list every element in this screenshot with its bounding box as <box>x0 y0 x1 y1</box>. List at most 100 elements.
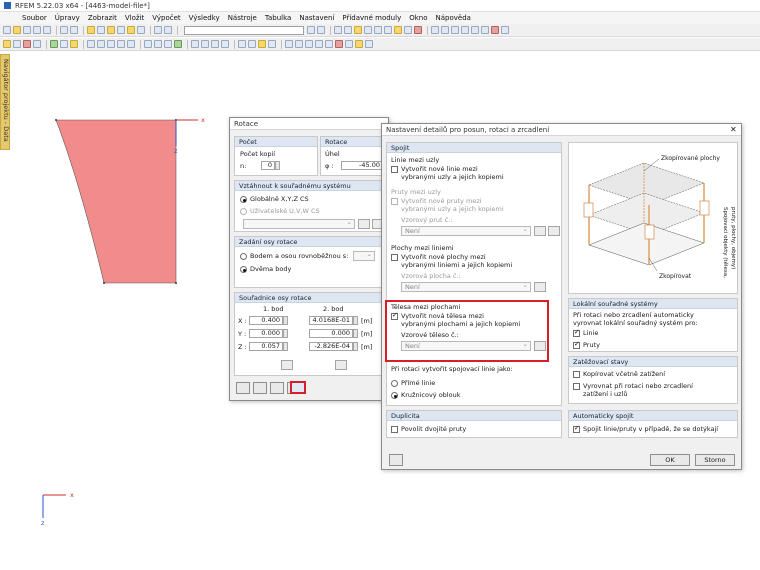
uhel-input[interactable]: -45.00 <box>341 161 383 170</box>
rotace-dialog-title: Rotace <box>230 118 388 130</box>
kruznicovy-oblouk-radio[interactable] <box>391 392 398 399</box>
axis-header: Zadání osy rotace <box>235 237 387 247</box>
point2-header: 2. bod <box>323 305 344 313</box>
linie-checkbox-label: Vytvořit nové linie mezi <box>401 165 478 173</box>
axis-parallel-select[interactable] <box>353 250 375 261</box>
origin-z-label: z <box>41 519 45 527</box>
vzorovy-prut-pick[interactable] <box>534 226 546 236</box>
x-point1-spinner[interactable] <box>283 316 288 325</box>
storno-button[interactable]: Storno <box>695 454 735 466</box>
origin-x-label: x <box>70 491 74 499</box>
axis-parallel-radio[interactable] <box>240 253 247 260</box>
x-label: X : <box>238 317 247 325</box>
x-point2-input[interactable]: 4.0168E-01 <box>309 316 353 325</box>
plochy-checkbox[interactable] <box>391 254 398 261</box>
auto-spojit-checkbox[interactable] <box>573 424 580 433</box>
y-unit: [m] <box>361 330 373 338</box>
user-cs-select[interactable] <box>243 218 355 229</box>
dvojite-pruty-label: Povolit dvojité pruty <box>401 425 467 433</box>
detail-settings-dialog: Nastavení detailů pro posun, rotaci a zr… <box>381 123 742 470</box>
prime-linie-radio[interactable] <box>391 380 398 387</box>
vyrovnat-zatizeni-checkbox[interactable] <box>573 383 580 390</box>
illustration-panel: Zkopírované plochy Spojovací objekty (tě… <box>568 142 738 294</box>
pruty-cs-label: Pruty <box>583 341 600 349</box>
linie-checkbox-label2: vybranými uzly a jejich kopiemi <box>401 173 504 181</box>
spojit-group: Spojit Linie mezi uzly Vytvořit nové lin… <box>386 142 562 406</box>
pruty-checkbox-label2: vybranými uzly a jejich kopiemi <box>401 205 504 213</box>
x-point2-spinner[interactable] <box>353 316 358 325</box>
illus-top-label: Zkopírované plochy <box>661 155 720 162</box>
plochy-checkbox-label2: vybranými liniemi a jejich kopiemi <box>401 261 513 269</box>
units-button[interactable] <box>270 382 284 394</box>
user-cs-radio[interactable] <box>240 208 247 215</box>
z-point1-spinner[interactable] <box>283 342 288 351</box>
close-x-icon[interactable]: ✕ <box>730 126 737 134</box>
pruty-title: Pruty mezi uzly <box>391 188 441 196</box>
vzorova-plocha-select[interactable]: Není <box>401 281 531 292</box>
y-point1-input[interactable]: 0.000 <box>249 329 283 338</box>
pocet-group: Počet Počet kopií n: 0 <box>234 136 318 176</box>
help-button[interactable] <box>236 382 250 394</box>
model-surface <box>55 119 177 284</box>
dvojite-pruty-checkbox[interactable] <box>391 426 398 433</box>
pruty-cs-checkbox[interactable] <box>573 340 580 349</box>
vzorovy-prut-select[interactable]: Není <box>401 225 531 236</box>
y-label: Y : <box>238 330 247 338</box>
two-points-radio[interactable] <box>240 266 247 273</box>
details-settings-button[interactable] <box>290 381 306 394</box>
kruznicovy-oblouk-label: Kružnicový oblouk <box>401 391 461 399</box>
linie-cs-label: Linie <box>583 329 599 337</box>
highlight-telesa <box>385 300 549 362</box>
global-cs-label: Globálně X,Y,Z CS <box>250 195 309 203</box>
ok-button[interactable]: OK <box>650 454 690 466</box>
y-point1-spinner[interactable] <box>283 329 288 338</box>
vyrovnat-zatizeni-label2: zatížení i uzlů <box>583 390 628 398</box>
lokalni-cs-group: Lokální souřadné systémy Při rotaci nebo… <box>568 298 738 352</box>
axis-group: Zadání osy rotace Bodem a osou rovnoběžn… <box>234 236 388 288</box>
illus-bottom-label: Zkopírovat <box>659 273 692 280</box>
z-point2-input[interactable]: -2.826E-04 <box>309 342 353 351</box>
vyrovnat-zatizeni-label: Vyrovnat při rotaci nebo zrcadlení <box>583 382 693 390</box>
axis-parallel-label: Bodem a osou rovnoběžnou s: <box>250 252 349 260</box>
n-label: n: <box>240 162 247 170</box>
pruty-checkbox[interactable] <box>391 198 398 205</box>
detail-dialog-title: Nastavení detailů pro posun, rotaci a zr… <box>382 124 741 136</box>
axis-z-label: z <box>174 147 178 155</box>
z-point1-input[interactable]: 0.057 <box>249 342 283 351</box>
lokalni-cs-header: Lokální souřadné systémy <box>569 299 737 309</box>
pocet-kopii-spinner[interactable] <box>275 161 280 170</box>
vzorovy-prut-new[interactable] <box>548 226 560 236</box>
pruty-checkbox-label: Vytvořit nové pruty mezi <box>401 197 482 205</box>
rotace-dialog: Rotace Počet Počet kopií n: 0 Rotace Úhe… <box>229 117 389 401</box>
axis-x-label: x <box>201 116 205 124</box>
x-point1-input[interactable]: 0.400 <box>249 316 283 325</box>
connection-illustration <box>583 158 710 272</box>
y-point2-spinner[interactable] <box>353 329 358 338</box>
uhel-label: Úhel <box>325 150 340 158</box>
auto-spojit-header: Automaticky spojit <box>569 411 737 421</box>
pick-point2-button[interactable] <box>335 360 347 370</box>
y-point2-input[interactable]: 0.000 <box>309 329 353 338</box>
kopirovat-zatizeni-checkbox[interactable] <box>573 371 580 378</box>
plochy-checkbox-label: Vytvořit nové plochy mezi <box>401 253 486 261</box>
axis-triad-top <box>175 119 198 146</box>
illus-side-label2: pruty, plochy, objemy) <box>730 207 736 270</box>
point1-header: 1. bod <box>263 305 284 313</box>
edit-button[interactable] <box>253 382 267 394</box>
linie-cs-checkbox[interactable] <box>573 328 580 337</box>
global-cs-radio[interactable] <box>240 196 247 203</box>
vzorova-plocha-pick[interactable] <box>534 282 546 292</box>
auto-spojit-label: Spojit linie/pruty v případě, že se dotý… <box>583 425 719 433</box>
auto-spojit-group: Automaticky spojit Spojit linie/pruty v … <box>568 410 738 438</box>
pocet-kopii-input[interactable]: 0 <box>261 161 275 170</box>
pick-point1-button[interactable] <box>281 360 293 370</box>
detail-help-button[interactable] <box>389 454 403 466</box>
coords-header: Souřadnice osy rotace <box>235 293 387 303</box>
cs-pick-button[interactable] <box>358 219 370 229</box>
lokalni-cs-text2: vyrovnat lokální souřadný systém pro: <box>573 319 698 327</box>
z-point2-spinner[interactable] <box>353 342 358 351</box>
duplicita-header: Duplicita <box>387 411 561 421</box>
linie-checkbox[interactable] <box>391 166 398 173</box>
zatezovaci-stavy-group: Zatěžovací stavy Kopírovat včetně zatíže… <box>568 356 738 404</box>
phi-label: φ : <box>325 162 334 170</box>
